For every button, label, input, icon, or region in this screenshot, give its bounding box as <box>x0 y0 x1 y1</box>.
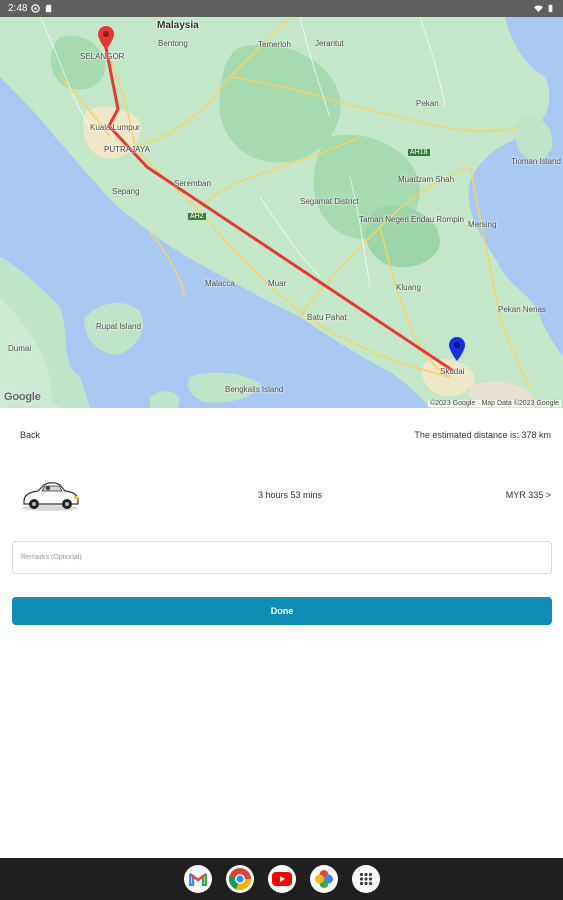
chrome-icon[interactable] <box>225 865 254 893</box>
map-label-muar: Muar <box>268 279 287 288</box>
map-label-jerantut: Jerantut <box>315 39 344 48</box>
distance-text: The estimated distance is: 378 km <box>414 430 551 440</box>
map-attribution[interactable]: ©2023 Google · Map Data ©2023 Google <box>427 400 561 407</box>
status-time: 2:48 <box>8 3 28 14</box>
gmail-icon[interactable] <box>183 865 212 893</box>
app-drawer-icon[interactable] <box>351 865 380 893</box>
map-label-mersing: Mersing <box>468 220 497 229</box>
map-label-selangor: SELANGOR <box>80 52 125 61</box>
booking-sheet: Back The estimated distance is: 378 km 3… <box>0 408 563 858</box>
map-canvas <box>0 17 563 408</box>
map-label-sepang: Sepang <box>112 187 140 196</box>
google-logo: Google <box>4 391 41 403</box>
sd-card-icon <box>46 4 52 13</box>
car-icon <box>22 482 79 511</box>
map-label-bengkalis: Bengkalis Island <box>225 385 284 394</box>
map-label-pekan: Pekan <box>416 99 439 108</box>
trip-duration: 3 hours 53 mins <box>258 490 323 500</box>
battery-icon <box>548 4 553 13</box>
fare-price[interactable]: MYR 335 > <box>506 490 551 500</box>
photos-icon[interactable] <box>309 865 338 893</box>
map-label-seremban: Seremban <box>174 179 211 188</box>
done-button[interactable]: Done <box>12 597 552 625</box>
wifi-icon <box>534 5 543 13</box>
map-label-batu-pahat: Batu Pahat <box>307 313 347 322</box>
map-label-bentong: Bentong <box>158 39 188 48</box>
ride-option-row[interactable]: 3 hours 53 mins MYR 335 > <box>12 474 551 516</box>
notification-icon <box>31 4 41 13</box>
highway-shield-ah18: AH18 <box>408 149 430 156</box>
map-label-rupat: Rupat Island <box>96 322 141 331</box>
map-label-malacca: Malacca <box>205 279 235 288</box>
map-label-dumai: Dumai <box>8 344 32 353</box>
map-label-kuala-lumpur: Kuala Lumpur <box>90 123 140 132</box>
route-map[interactable]: Malaysia SELANGOR Kuala Lumpur PUTRAJAYA… <box>0 17 563 408</box>
map-label-putrajaya: PUTRAJAYA <box>104 145 150 154</box>
map-label-segamat: Segamat District <box>300 197 359 206</box>
map-label-kluang: Kluang <box>396 283 421 292</box>
back-button[interactable]: Back <box>20 430 40 440</box>
map-label-country: Malaysia <box>157 20 199 31</box>
remarks-input[interactable] <box>12 541 552 574</box>
map-label-muadzam: Muadzam Shah <box>398 175 455 184</box>
sheet-header: Back The estimated distance is: 378 km <box>20 430 551 440</box>
app-screen: 2:48 Malaysia SELANGOR Kuala Lumpur PUTR… <box>0 0 563 900</box>
map-label-tioman: Tioman Island <box>511 157 561 166</box>
map-label-temerloh: Temerloh <box>258 40 291 49</box>
map-label-endau: Taman Negeri Endau Rompin <box>359 215 464 224</box>
status-bar: 2:48 <box>0 0 563 17</box>
highway-shield-ah2: AH2 <box>188 213 206 220</box>
map-label-pekan-nenas: Pekan Nenas <box>498 305 547 314</box>
youtube-icon[interactable] <box>267 865 296 893</box>
origin-marker-icon[interactable] <box>98 26 114 50</box>
destination-marker-icon[interactable] <box>449 337 465 361</box>
map-label-skudai: Skudai <box>440 367 465 376</box>
taskbar-dock <box>0 858 563 900</box>
